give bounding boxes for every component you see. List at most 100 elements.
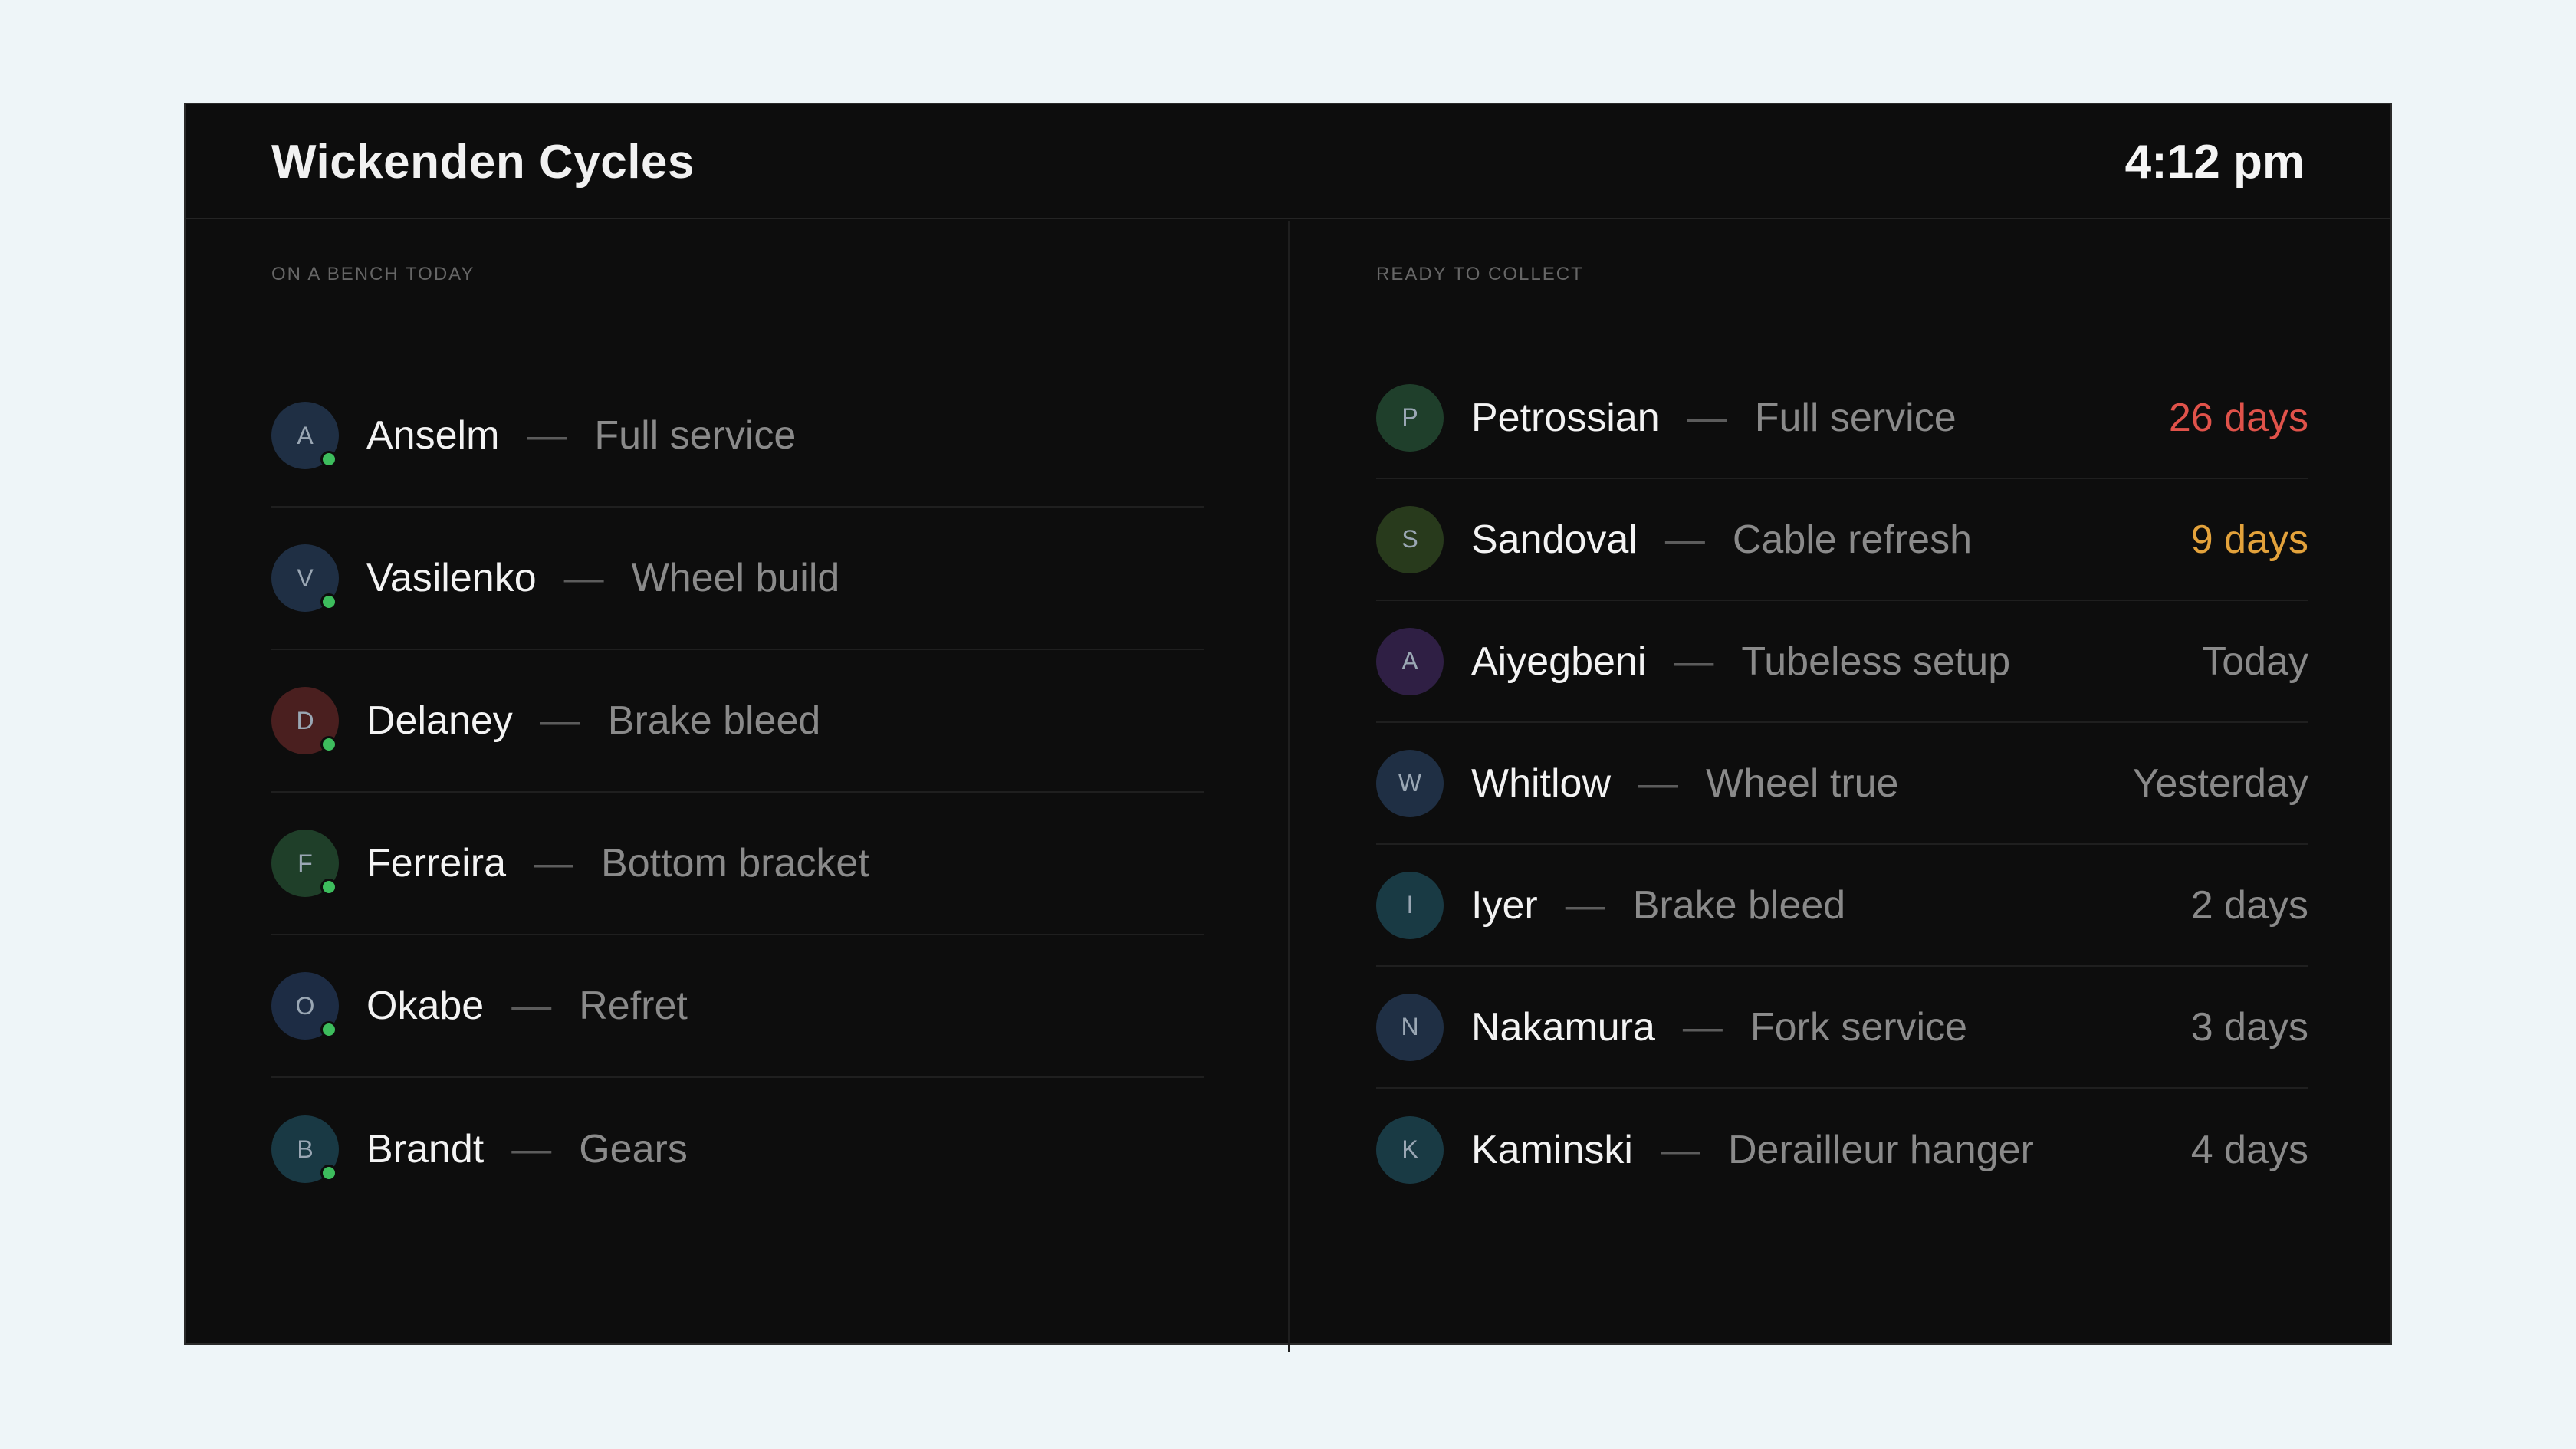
job-type: Refret bbox=[579, 984, 688, 1028]
waiting-time: 4 days bbox=[2190, 1127, 2308, 1172]
customer-name: Sandoval bbox=[1471, 517, 1638, 562]
avatar: V bbox=[271, 544, 339, 612]
separator-dash: — bbox=[1682, 1004, 1723, 1050]
online-status-dot bbox=[320, 879, 337, 895]
avatar: N bbox=[1376, 993, 1444, 1061]
waiting-time: Yesterday bbox=[2132, 761, 2308, 806]
job-type: Tubeless setup bbox=[1741, 639, 2011, 684]
avatar: P bbox=[1376, 383, 1444, 452]
avatar-initial: W bbox=[1398, 769, 1422, 797]
job-type: Cable refresh bbox=[1732, 517, 1972, 562]
separator-dash: — bbox=[534, 841, 574, 886]
clock: 4:12 pm bbox=[2124, 136, 2305, 189]
job-type: Fork service bbox=[1750, 1004, 1968, 1050]
separator-dash: — bbox=[511, 984, 552, 1028]
customer-name: Petrossian bbox=[1471, 395, 1660, 440]
avatar: O bbox=[271, 972, 339, 1040]
collect-list: P Petrossian — Full service 26 days S Sa… bbox=[1376, 357, 2308, 1211]
collect-row: I Iyer — Brake bleed 2 days bbox=[1376, 845, 2308, 967]
customer-name: Whitlow bbox=[1471, 761, 1612, 806]
collect-row: A Aiyegbeni — Tubeless setup Today bbox=[1376, 601, 2308, 723]
bench-row: V Vasilenko — Wheel build bbox=[271, 508, 1204, 650]
job-type: Wheel build bbox=[631, 556, 840, 600]
avatar: W bbox=[1376, 749, 1444, 817]
collect-row: N Nakamura — Fork service 3 days bbox=[1376, 967, 2308, 1089]
collect-section-label: READY TO COLLECT bbox=[1376, 264, 1584, 284]
avatar: I bbox=[1376, 871, 1444, 939]
avatar-initial: S bbox=[1401, 525, 1418, 553]
job-type: Full service bbox=[1754, 395, 1957, 440]
avatar-initial: D bbox=[296, 706, 314, 734]
avatar: A bbox=[1376, 627, 1444, 695]
online-status-dot bbox=[320, 736, 337, 753]
customer-name: Delaney bbox=[366, 698, 513, 743]
board-panel: Wickenden Cycles 4:12 pm ON A BENCH TODA… bbox=[184, 103, 2392, 1352]
avatar: F bbox=[271, 830, 339, 897]
separator-dash: — bbox=[1674, 639, 1714, 684]
separator-dash: — bbox=[564, 556, 604, 600]
job-type: Brake bleed bbox=[607, 698, 821, 743]
collect-row: S Sandoval — Cable refresh 9 days bbox=[1376, 479, 2308, 601]
separator-dash: — bbox=[1664, 517, 1705, 562]
job-type: Wheel true bbox=[1706, 761, 1899, 806]
bench-list: A Anselm — Full service V Vasilenko — Wh… bbox=[271, 365, 1204, 1221]
avatar-initial: P bbox=[1401, 403, 1418, 431]
separator-dash: — bbox=[527, 413, 567, 458]
online-status-dot bbox=[320, 593, 337, 610]
bench-row: A Anselm — Full service bbox=[271, 365, 1204, 508]
bench-row: O Okabe — Refret bbox=[271, 935, 1204, 1078]
avatar-initial: K bbox=[1401, 1135, 1418, 1163]
online-status-dot bbox=[320, 451, 337, 468]
separator-dash: — bbox=[540, 698, 580, 743]
avatar-initial: A bbox=[297, 421, 314, 449]
avatar: D bbox=[271, 687, 339, 754]
waiting-time: 3 days bbox=[2190, 1004, 2308, 1050]
avatar-initial: O bbox=[295, 991, 315, 1020]
waiting-time: 26 days bbox=[2168, 395, 2308, 440]
avatar: K bbox=[1376, 1116, 1444, 1184]
job-type: Brake bleed bbox=[1632, 882, 1846, 928]
collect-row: W Whitlow — Wheel true Yesterday bbox=[1376, 723, 2308, 845]
customer-name: Anselm bbox=[366, 413, 500, 458]
avatar-initial: V bbox=[297, 564, 314, 592]
job-type: Bottom bracket bbox=[601, 841, 869, 886]
customer-name: Nakamura bbox=[1471, 1004, 1655, 1050]
online-status-dot bbox=[320, 1165, 337, 1181]
avatar-initial: F bbox=[297, 849, 313, 877]
avatar-initial: N bbox=[1401, 1013, 1419, 1040]
avatar: A bbox=[271, 402, 339, 469]
customer-name: Ferreira bbox=[366, 841, 507, 886]
waiting-time: 2 days bbox=[2190, 882, 2308, 928]
online-status-dot bbox=[320, 1021, 337, 1038]
customer-name: Brandt bbox=[366, 1127, 485, 1171]
bench-row: B Brandt — Gears bbox=[271, 1078, 1204, 1221]
collect-row: K Kaminski — Derailleur hanger 4 days bbox=[1376, 1089, 2308, 1211]
separator-dash: — bbox=[1638, 761, 1679, 806]
collect-row: P Petrossian — Full service 26 days bbox=[1376, 357, 2308, 479]
avatar: B bbox=[271, 1116, 339, 1183]
separator-dash: — bbox=[1565, 882, 1605, 928]
column-divider bbox=[1288, 221, 1290, 1352]
header: Wickenden Cycles 4:12 pm bbox=[186, 104, 2390, 219]
avatar-initial: I bbox=[1406, 891, 1414, 918]
customer-name: Kaminski bbox=[1471, 1127, 1633, 1172]
avatar: S bbox=[1376, 505, 1444, 573]
customer-name: Iyer bbox=[1471, 882, 1538, 928]
bench-row: D Delaney — Brake bleed bbox=[271, 650, 1204, 793]
separator-dash: — bbox=[511, 1127, 552, 1171]
waiting-time: 9 days bbox=[2190, 517, 2308, 562]
avatar-initial: A bbox=[1401, 647, 1418, 675]
shop-title: Wickenden Cycles bbox=[271, 136, 695, 189]
customer-name: Vasilenko bbox=[366, 556, 537, 600]
separator-dash: — bbox=[1660, 1127, 1700, 1172]
waiting-time: Today bbox=[2202, 639, 2308, 684]
job-type: Derailleur hanger bbox=[1727, 1127, 2034, 1172]
customer-name: Okabe bbox=[366, 984, 485, 1028]
job-type: Gears bbox=[579, 1127, 688, 1171]
customer-name: Aiyegbeni bbox=[1471, 639, 1647, 684]
job-type: Full service bbox=[594, 413, 797, 458]
avatar-initial: B bbox=[297, 1135, 314, 1163]
bench-section-label: ON A BENCH TODAY bbox=[271, 264, 475, 284]
bench-row: F Ferreira — Bottom bracket bbox=[271, 793, 1204, 935]
separator-dash: — bbox=[1687, 395, 1727, 440]
